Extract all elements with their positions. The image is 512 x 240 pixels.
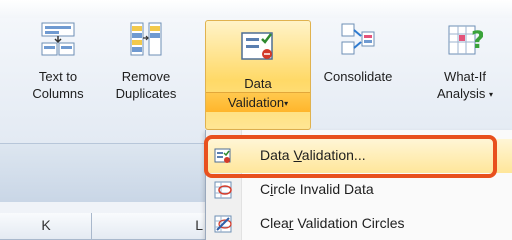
text-to-columns-button[interactable]: Text to Columns bbox=[25, 22, 91, 102]
ribbon-tab-strip bbox=[0, 0, 512, 18]
text-to-columns-label-1: Text to bbox=[38, 69, 78, 84]
ribbon-data-tools-group: Text to Columns Remove Duplicates Data V… bbox=[0, 18, 512, 144]
what-if-label-2: Analysis bbox=[436, 86, 486, 101]
label-part: Clea bbox=[260, 215, 289, 231]
column-header-l[interactable]: L bbox=[92, 213, 210, 240]
what-if-analysis-icon: ? bbox=[447, 22, 485, 56]
data-validation-label-2: Validation bbox=[227, 95, 285, 110]
label-part: Validation Circles bbox=[293, 215, 405, 231]
svg-text:?: ? bbox=[471, 26, 483, 54]
text-to-columns-icon bbox=[40, 22, 76, 56]
remove-duplicates-label-2: Duplicates bbox=[115, 86, 177, 101]
column-header-k[interactable]: K bbox=[0, 213, 92, 240]
data-validation-button[interactable]: Data Validation▾ bbox=[205, 20, 311, 130]
menu-item-circle-invalid-data-label: Circle Invalid Data bbox=[260, 181, 374, 197]
chevron-down-icon: ▾ bbox=[284, 99, 289, 108]
clear-validation-circles-icon bbox=[214, 215, 232, 233]
data-validation-icon bbox=[240, 29, 276, 63]
label-part: C bbox=[260, 181, 271, 197]
remove-duplicates-icon bbox=[128, 22, 164, 56]
consolidate-label: Consolidate bbox=[323, 69, 393, 84]
data-validation-dropdown[interactable]: Validation▾ bbox=[206, 92, 310, 112]
remove-duplicates-button[interactable]: Remove Duplicates bbox=[101, 22, 191, 102]
annotation-highlight-box bbox=[204, 135, 497, 178]
menu-item-clear-validation-circles-label: Clear Validation Circles bbox=[260, 215, 404, 231]
what-if-label-1: What-If bbox=[444, 69, 486, 84]
text-to-columns-label-2: Columns bbox=[32, 86, 84, 101]
menu-item-circle-invalid-data[interactable]: Circle Invalid Data bbox=[206, 173, 512, 207]
what-if-analysis-button[interactable]: ? What-If Analysis ▾ bbox=[420, 22, 510, 103]
consolidate-button[interactable]: Consolidate bbox=[314, 22, 402, 85]
remove-duplicates-label-1: Remove bbox=[121, 69, 171, 84]
menu-item-clear-validation-circles[interactable]: Clear Validation Circles bbox=[206, 207, 512, 240]
column-k-label: K bbox=[41, 217, 51, 233]
chevron-down-icon: ▾ bbox=[489, 90, 494, 99]
circle-invalid-data-icon bbox=[214, 181, 232, 199]
consolidate-icon bbox=[340, 22, 376, 56]
label-part: rcle Invalid Data bbox=[273, 181, 374, 197]
data-validation-label-1: Data bbox=[244, 76, 272, 91]
column-l-label: L bbox=[195, 217, 203, 233]
what-if-analysis-dropdown[interactable]: Analysis ▾ bbox=[420, 85, 510, 103]
